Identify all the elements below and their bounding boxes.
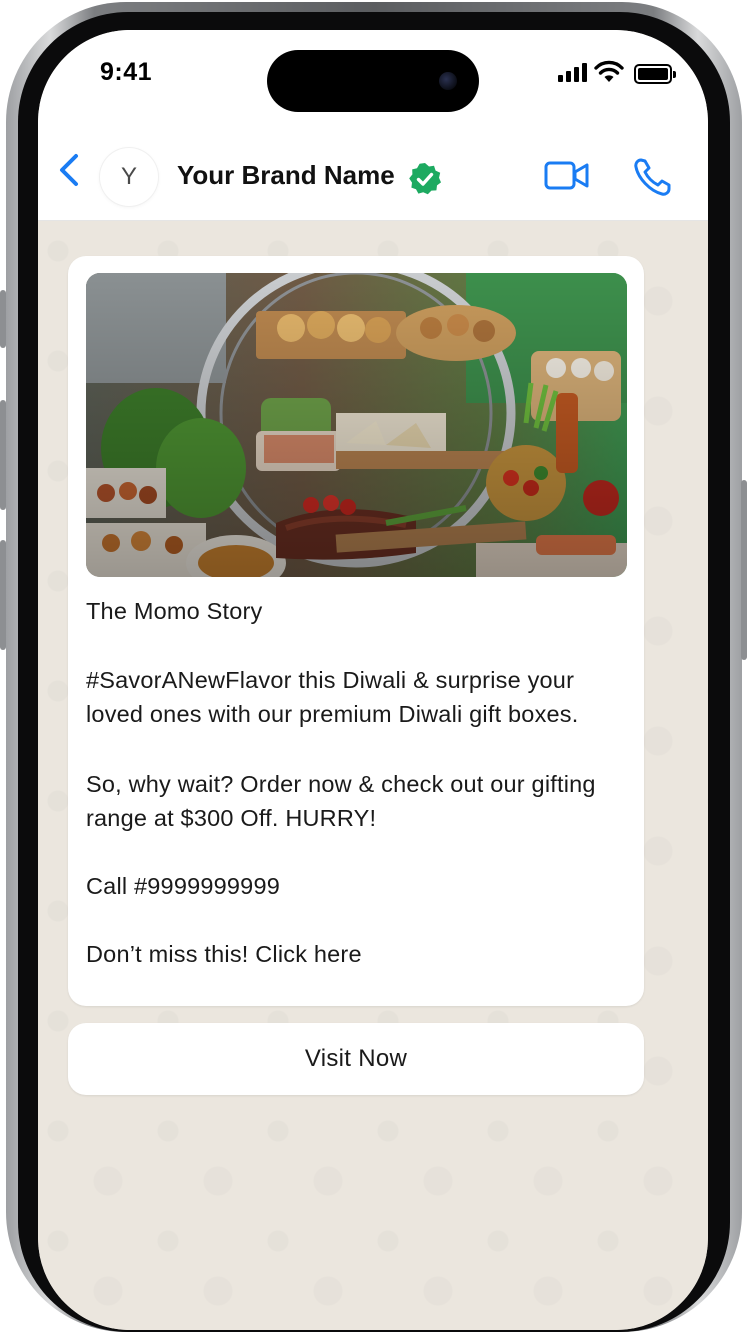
status-time: 9:41 — [100, 58, 153, 86]
message-click-here-line[interactable]: Don’t miss this! Click here — [86, 937, 631, 971]
phone-icon[interactable] — [632, 156, 674, 198]
cellular-signal-icon — [558, 62, 588, 82]
phone-side-button — [741, 480, 747, 660]
verified-badge-icon — [409, 163, 441, 195]
contact-name[interactable]: Your Brand Name — [177, 160, 395, 191]
phone-side-button — [0, 400, 6, 510]
phone-side-button — [0, 540, 6, 650]
status-icons — [558, 60, 678, 86]
avatar[interactable]: Y — [100, 148, 158, 206]
visit-now-label: Visit Now — [304, 1045, 408, 1072]
phone-side-button — [0, 290, 6, 348]
food-buffet-photo[interactable] — [86, 273, 627, 577]
chat-header: Y Your Brand Name — [38, 130, 708, 221]
dynamic-island — [267, 50, 479, 112]
avatar-initial: Y — [120, 163, 137, 190]
status-bar: 9:41 — [38, 30, 708, 130]
visit-now-button[interactable]: Visit Now — [68, 1023, 644, 1095]
video-camera-icon[interactable] — [544, 160, 590, 192]
battery-icon — [634, 64, 676, 84]
chevron-left-icon[interactable] — [50, 150, 90, 190]
phone-screen: 9:41 Y Your Brand Name The Momo Story #S… — [38, 30, 708, 1330]
message-call-line: Call #9999999999 — [86, 873, 280, 899]
message-paragraph: So, why wait? Order now & check out our … — [86, 771, 596, 831]
message-paragraph: #SavorANewFlavor this Diwali & surprise … — [86, 667, 579, 727]
message-bubble: The Momo Story #SavorANewFlavor this Diw… — [68, 256, 644, 1006]
message-title: The Momo Story — [86, 598, 263, 624]
wifi-icon — [594, 60, 624, 82]
front-camera-icon — [439, 72, 457, 90]
